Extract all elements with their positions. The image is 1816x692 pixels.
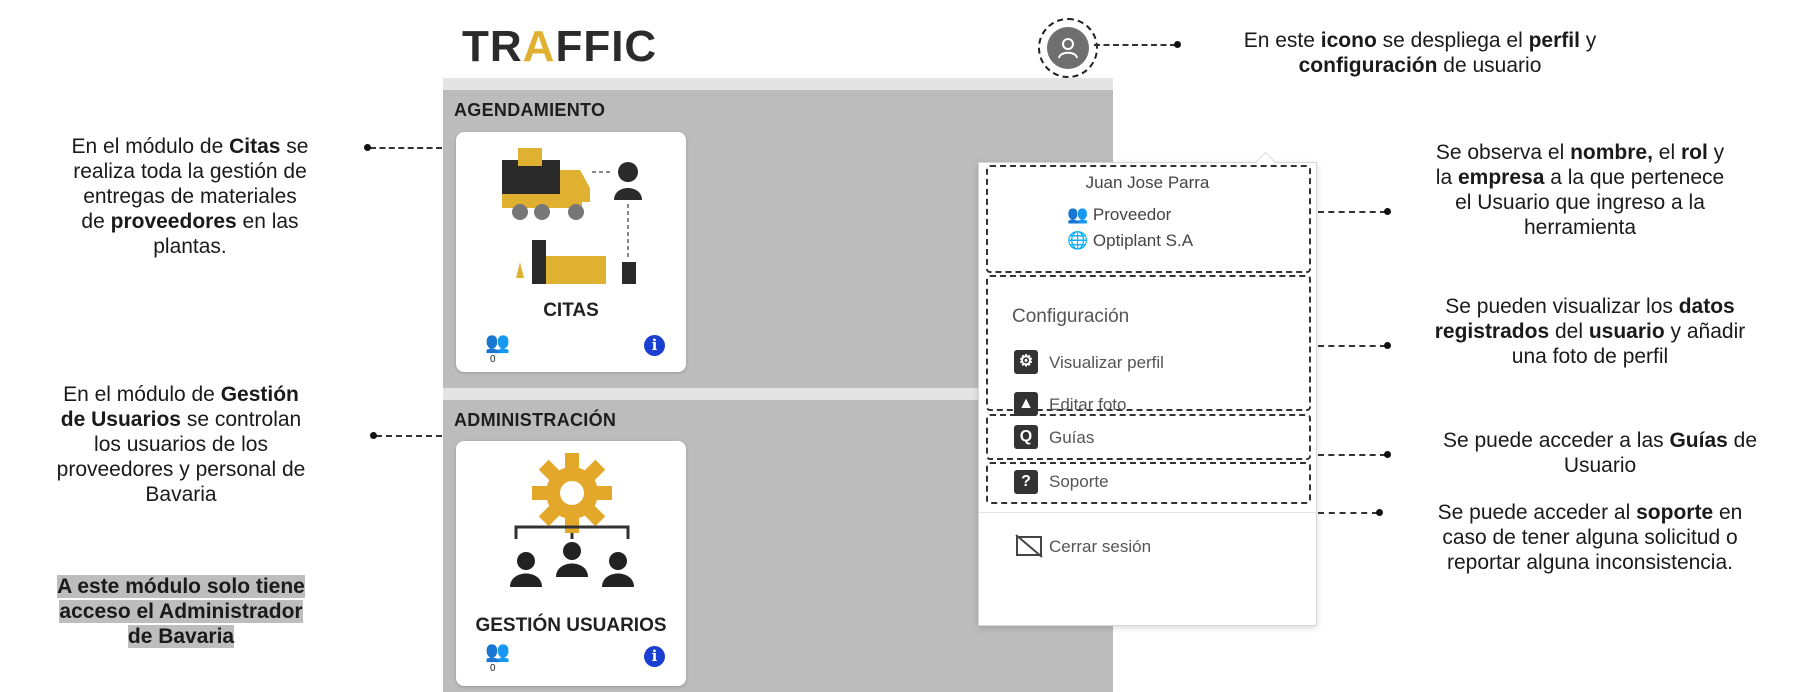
image-icon: ▲ xyxy=(1014,392,1038,416)
annotation-profile: Se observa el nombre, el rol y la empres… xyxy=(1435,141,1725,239)
config-header: Configuración xyxy=(1012,306,1130,327)
annotation-soporte: Se puede acceder al soporte en caso de t… xyxy=(1437,501,1743,574)
users-icon: 👥 xyxy=(485,641,510,663)
annotation-citas: En el módulo de Citas se realiza toda la… xyxy=(71,135,309,258)
section-administracion-title: ADMINISTRACIÓN xyxy=(454,410,617,430)
logo-text-a: A xyxy=(522,22,556,71)
logo-text-ffic: FFIC xyxy=(555,22,658,71)
card-citas-label: CITAS xyxy=(543,300,599,321)
dropdown-divider xyxy=(979,512,1316,513)
leader-icon xyxy=(1094,44,1176,46)
leader-guias xyxy=(1318,454,1386,456)
info-icon[interactable]: i xyxy=(644,646,665,667)
logo-text-tr: TR xyxy=(462,22,523,71)
logout-icon xyxy=(1015,534,1043,558)
annotation-admin-note: A este módulo solo tiene acceso el Admin… xyxy=(57,575,305,648)
user-role-icon: 👥 xyxy=(1067,205,1089,224)
citas-count: 0 xyxy=(490,354,496,365)
info-icon[interactable]: i xyxy=(644,335,665,356)
leader-soporte xyxy=(1318,512,1378,514)
menu-support[interactable]: Soporte xyxy=(1049,472,1109,492)
leader-profile xyxy=(1318,211,1386,213)
leader-dot xyxy=(370,432,377,439)
annotation-icon: En este icono se despliega el perfil y c… xyxy=(1243,29,1597,77)
search-doc-icon: Q xyxy=(1014,425,1038,449)
user-role: 👥 Proveedor xyxy=(1067,205,1171,225)
globe-icon: 🌐 xyxy=(1067,231,1089,250)
menu-guides[interactable]: Guías xyxy=(1049,428,1094,448)
profile-avatar-button[interactable] xyxy=(1038,18,1098,78)
menu-logout[interactable]: Cerrar sesión xyxy=(1049,537,1151,557)
help-icon: ? xyxy=(1014,470,1038,494)
gestion-count: 0 xyxy=(490,663,496,674)
menu-view-profile[interactable]: Visualizar perfil xyxy=(1049,353,1164,373)
leader-citas xyxy=(370,147,442,149)
user-name: Juan Jose Parra xyxy=(1085,173,1210,192)
section-agendamiento-title: AGENDAMIENTO xyxy=(454,100,606,120)
admin-network-icon xyxy=(510,453,634,587)
annotation-gestion: En el módulo de Gestión de Usuarios se c… xyxy=(56,383,306,506)
traffic-logo: TRAFFIC xyxy=(462,22,657,72)
top-divider xyxy=(443,78,1113,90)
leader-dot xyxy=(364,144,371,151)
menu-edit-photo[interactable]: Editar foto xyxy=(1049,395,1127,415)
user-icon xyxy=(1047,27,1089,69)
annotation-datos: Se pueden visualizar los datos registrad… xyxy=(1434,295,1746,368)
annotation-guias: Se puede acceder a las Guías de Usuario xyxy=(1442,429,1758,477)
card-gestion-label: GESTIÓN USUARIOS xyxy=(475,615,667,636)
leader-gestion xyxy=(376,435,442,437)
profile-dropdown: Juan Jose Parra 👥 Proveedor 🌐 Optiplant … xyxy=(978,151,1317,626)
card-citas[interactable]: CITAS 👥 0 i xyxy=(456,132,686,372)
user-role-text: Proveedor xyxy=(1092,205,1172,224)
leader-datos xyxy=(1318,345,1386,347)
truck-factory-icon xyxy=(502,148,642,284)
gear-icon: ⚙ xyxy=(1014,350,1038,374)
config-box xyxy=(986,275,1311,411)
users-icon: 👥 xyxy=(485,332,510,354)
card-gestion-usuarios[interactable]: GESTIÓN USUARIOS 👥 0 i xyxy=(456,441,686,686)
user-company-text: Optiplant S.A xyxy=(1092,231,1194,250)
user-company: 🌐 Optiplant S.A xyxy=(1067,231,1193,251)
